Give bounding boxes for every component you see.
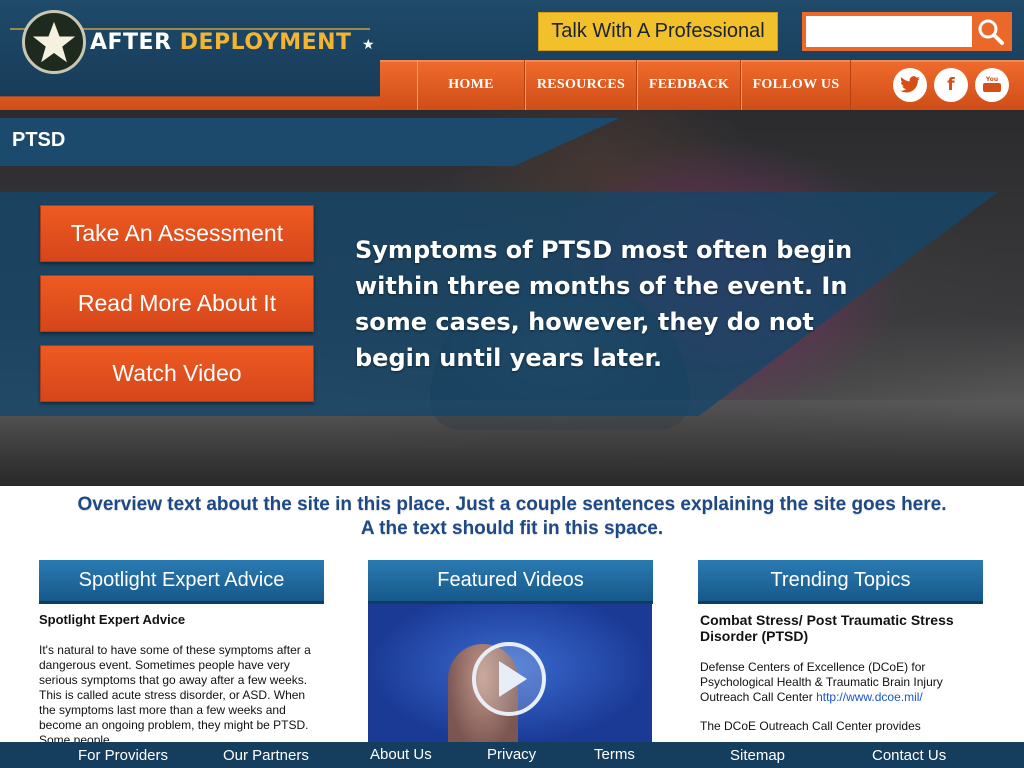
twitter-icon[interactable] [893, 68, 927, 102]
watch-video-button[interactable]: Watch Video [40, 345, 314, 402]
footer-privacy[interactable]: Privacy [487, 746, 536, 763]
facebook-icon[interactable]: f [934, 68, 968, 102]
trending-content: Combat Stress/ Post Traumatic Stress Dis… [700, 612, 980, 748]
footer-for-providers[interactable]: For Providers [78, 747, 168, 764]
footer-sitemap[interactable]: Sitemap [730, 747, 785, 764]
hero-banner: PTSD Take An Assessment Read More About … [0, 110, 1024, 486]
spotlight-body: It's natural to have some of these sympt… [39, 643, 311, 747]
nav-slant-decoration [0, 74, 420, 110]
nav-follow-us[interactable]: FOLLOW US [741, 60, 851, 110]
nav-feedback[interactable]: FEEDBACK [637, 60, 741, 110]
featured-video-thumbnail[interactable] [368, 604, 652, 744]
spotlight-title: Spotlight Expert Advice [39, 612, 186, 627]
logo-wordmark[interactable]: AFTER DEPLOYMENT [90, 30, 352, 55]
site-footer: For Providers Our Partners About Us Priv… [0, 742, 1024, 768]
spotlight-header[interactable]: Spotlight Expert Advice [39, 560, 324, 604]
trending-title: Combat Stress/ Post Traumatic Stress Dis… [700, 612, 954, 644]
overview-line-1: Overview text about the site in this pla… [77, 494, 947, 515]
footer-about-us[interactable]: About Us [370, 746, 432, 763]
footer-terms[interactable]: Terms [594, 746, 635, 763]
read-more-button[interactable]: Read More About It [40, 275, 314, 332]
page-title: PTSD [12, 129, 66, 151]
dcoe-link[interactable]: http://www.dcoe.mil/ [816, 690, 923, 704]
logo-word-after: AFTER [90, 30, 172, 55]
footer-contact-us[interactable]: Contact Us [872, 747, 946, 764]
footer-our-partners[interactable]: Our Partners [223, 747, 309, 764]
talk-with-professional-button[interactable]: Talk With A Professional [538, 12, 778, 51]
overview-line-2: A the text should fit in this space. [360, 518, 664, 539]
youtube-icon[interactable]: You [975, 68, 1009, 102]
nav-home[interactable]: HOME [417, 60, 525, 110]
trending-topics-header[interactable]: Trending Topics [698, 560, 983, 604]
svg-text:You: You [985, 76, 998, 83]
search-icon [978, 19, 1004, 45]
trending-body-2: The DCoE Outreach Call Center provides [700, 719, 921, 733]
site-header: AFTER DEPLOYMENT ★ Talk With A Professio… [0, 0, 1024, 110]
search-box [802, 12, 1012, 51]
nav-resources[interactable]: RESOURCES [525, 60, 637, 110]
spotlight-content: Spotlight Expert Advice It's natural to … [39, 612, 319, 762]
logo-word-deployment: DEPLOYMENT [179, 30, 352, 55]
main-nav: HOME RESOURCES FEEDBACK FOLLOW US f You [0, 60, 1024, 110]
take-assessment-button[interactable]: Take An Assessment [40, 205, 314, 262]
site-overview: Overview text about the site in this pla… [60, 493, 964, 541]
featured-videos-header[interactable]: Featured Videos [368, 560, 653, 604]
logo-small-star-icon: ★ [362, 36, 375, 52]
search-button[interactable] [973, 15, 1009, 48]
hero-quote: Symptoms of PTSD most often begin within… [355, 236, 853, 372]
search-input[interactable] [806, 16, 972, 47]
page-title-band [0, 118, 620, 166]
play-icon[interactable] [472, 642, 546, 716]
